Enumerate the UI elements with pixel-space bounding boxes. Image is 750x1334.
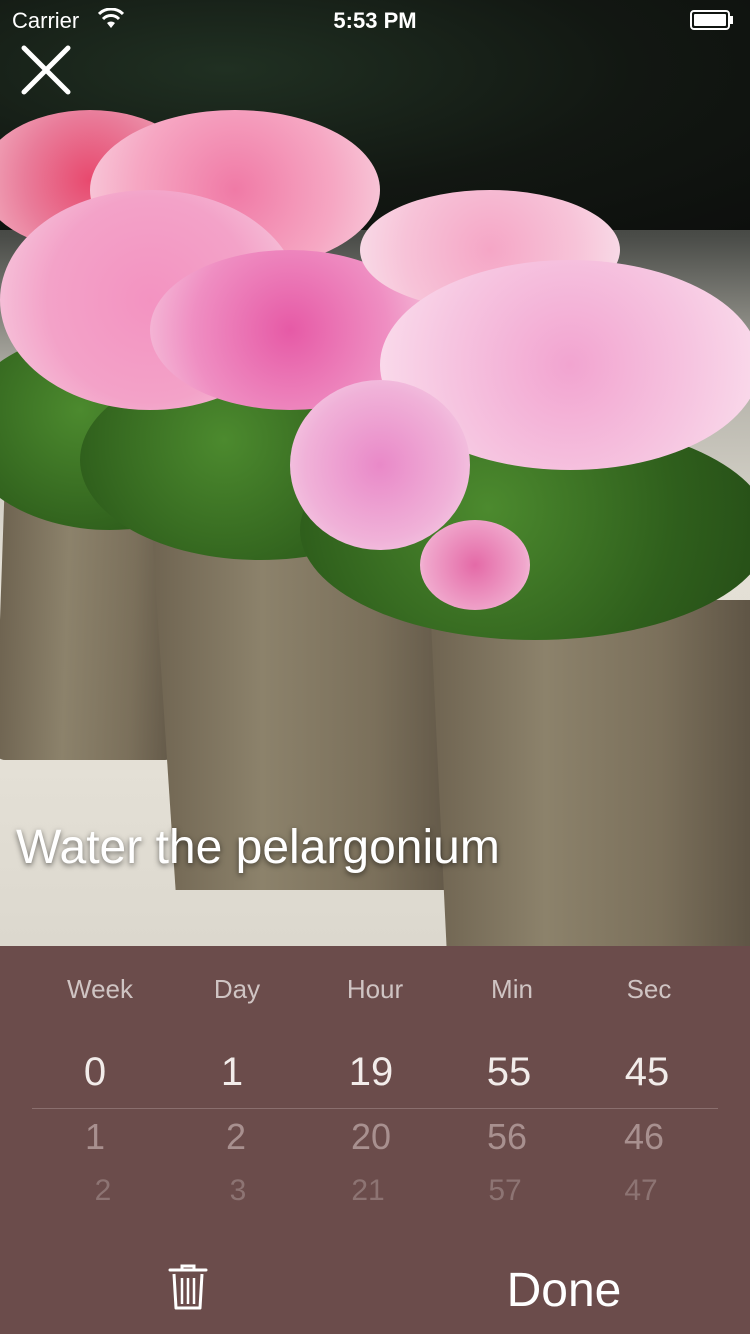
- picker-selected-value: 19: [348, 1050, 394, 1094]
- battery-icon: [690, 10, 733, 30]
- picker-selected-value: 45: [624, 1050, 670, 1094]
- bloom-cluster: [290, 380, 470, 550]
- picker-option[interactable]: 21: [298, 1174, 438, 1208]
- picker-selected-value: 55: [486, 1050, 532, 1094]
- picker-option[interactable]: 57: [435, 1174, 575, 1208]
- header-photo: [0, 0, 750, 946]
- picker-option[interactable]: 3: [168, 1174, 308, 1208]
- status-bar: Carrier 5:53 PM: [0, 0, 750, 40]
- picker-column-min[interactable]: 55 56 57: [439, 946, 579, 1216]
- close-icon[interactable]: [18, 42, 74, 98]
- time-picker-panel: Week Day Hour Min Sec 0 1 2 1 2 3 19 20 …: [0, 946, 750, 1334]
- picker-selected-value: 0: [83, 1050, 107, 1094]
- picker-option[interactable]: 1: [25, 1116, 165, 1158]
- reminder-title: Water the pelargonium: [16, 821, 500, 874]
- picker-option[interactable]: 2: [33, 1174, 173, 1208]
- status-time: 5:53 PM: [333, 8, 417, 33]
- picker-column-day[interactable]: 1 2 3: [162, 946, 302, 1216]
- picker-column-week[interactable]: 0 1 2: [25, 946, 165, 1216]
- picker-option[interactable]: 46: [574, 1116, 714, 1158]
- flower-pot-right: [430, 600, 750, 946]
- picker-option[interactable]: 47: [571, 1174, 711, 1208]
- trash-icon[interactable]: [162, 1260, 214, 1312]
- picker-option[interactable]: 2: [166, 1116, 306, 1158]
- done-button[interactable]: Done: [478, 1262, 650, 1320]
- picker-selected-value: 1: [220, 1050, 244, 1094]
- picker-column-hour[interactable]: 19 20 21: [301, 946, 441, 1216]
- picker-column-sec[interactable]: 45 46 47: [577, 946, 717, 1216]
- picker-option[interactable]: 56: [437, 1116, 577, 1158]
- picker-option[interactable]: 20: [301, 1116, 441, 1158]
- bloom-cluster: [420, 520, 530, 610]
